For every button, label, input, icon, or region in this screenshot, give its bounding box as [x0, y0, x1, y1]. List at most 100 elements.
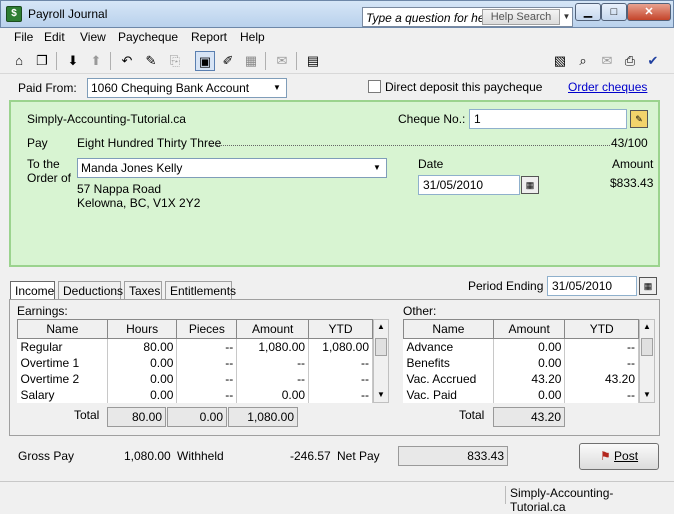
tab-income[interactable]: Income [10, 281, 55, 300]
chevron-down-icon[interactable]: ▼ [561, 9, 572, 25]
tab-entitlements[interactable]: Entitlements [165, 281, 236, 300]
post-button[interactable]: ⚑ Post [579, 443, 659, 470]
check-icon[interactable]: ✔ [643, 51, 663, 71]
email-icon[interactable]: ✉ [597, 51, 617, 71]
column-header[interactable]: Hours [106, 319, 178, 339]
column-header[interactable]: YTD [564, 319, 639, 339]
earnings-header-row: Name Hours Pieces Amount YTD [17, 319, 373, 339]
scroll-up-icon[interactable]: ▲ [374, 320, 388, 334]
other-amount[interactable]: 0.00 [493, 386, 566, 403]
reverse-icon[interactable]: ⎘ [165, 51, 185, 71]
print-icon[interactable]: ⎙ [620, 51, 640, 71]
maximize-button[interactable]: □ [601, 3, 627, 21]
other-total-amount: 43.20 [493, 407, 565, 427]
envelope-icon[interactable]: ✉ [272, 51, 292, 71]
minimize-button[interactable]: ▁ [575, 3, 601, 21]
scroll-thumb[interactable] [375, 338, 387, 356]
to-order-label: To the [27, 157, 60, 171]
help-search-input[interactable]: Type a question for help [366, 11, 494, 25]
column-header[interactable]: Name [17, 319, 108, 339]
other-ytd: -- [564, 338, 639, 355]
earnings-scrollbar[interactable]: ▲ ▼ [373, 319, 389, 403]
paid-from-select[interactable]: 1060 Chequing Bank Account ▼ [87, 78, 287, 98]
column-header[interactable]: Pieces [176, 319, 238, 339]
table-row[interactable]: Regular 80.00 -- 1,080.00 1,080.00 [17, 338, 373, 355]
payee-select[interactable]: Manda Jones Kelly ▼ [77, 158, 387, 178]
paid-from-label: Paid From: [18, 81, 77, 95]
tab-taxes[interactable]: Taxes [124, 281, 162, 300]
column-header[interactable]: Name [403, 319, 494, 339]
adjust-icon[interactable]: ✎ [141, 51, 161, 71]
calendar-icon[interactable]: ▦ [639, 277, 657, 295]
table-row[interactable]: Overtime 2 0.00 -- -- -- [17, 370, 373, 387]
cheque-panel: Simply-Accounting-Tutorial.ca Cheque No.… [9, 100, 660, 267]
scroll-up-icon[interactable]: ▲ [640, 320, 654, 334]
tab-deductions[interactable]: Deductions [58, 281, 123, 300]
other-scrollbar[interactable]: ▲ ▼ [639, 319, 655, 403]
table-row[interactable]: Vac. Accrued 43.20 43.20 [403, 370, 639, 387]
earning-pieces[interactable]: -- [176, 386, 238, 403]
earning-hours[interactable]: 0.00 [107, 386, 178, 403]
earning-pieces[interactable]: -- [176, 354, 238, 371]
menu-view[interactable]: View [80, 30, 106, 44]
chevron-down-icon[interactable]: ▼ [270, 81, 284, 95]
date-field[interactable]: 31/05/2010 [418, 175, 520, 195]
menu-report[interactable]: Report [191, 30, 227, 44]
menu-paycheque[interactable]: Paycheque [118, 30, 178, 44]
earning-pieces[interactable]: -- [176, 338, 238, 355]
earning-hours[interactable]: 80.00 [107, 338, 178, 355]
edit-pencil-icon[interactable]: ✐ [218, 51, 238, 71]
table-row[interactable]: Vac. Paid 0.00 -- [403, 386, 639, 403]
chevron-down-icon[interactable]: ▼ [370, 161, 384, 175]
other-amount[interactable]: 0.00 [493, 338, 566, 355]
pay-label: Pay [27, 136, 48, 150]
to-order-label: Order of [27, 171, 72, 185]
table-row[interactable]: Benefits 0.00 -- [403, 354, 639, 371]
paycheque-icon[interactable]: ▣ [195, 51, 215, 71]
clipboard-icon[interactable]: ▧ [550, 51, 570, 71]
save-icon[interactable]: ⬇ [63, 51, 83, 71]
period-ending-field[interactable]: 31/05/2010 [547, 276, 637, 296]
earning-amount[interactable]: -- [236, 370, 310, 387]
table-row[interactable]: Advance 0.00 -- [403, 338, 639, 355]
menu-file[interactable]: File [14, 30, 33, 44]
menu-help[interactable]: Help [240, 30, 265, 44]
undo-icon[interactable]: ↶ [117, 51, 137, 71]
cheque-number-icon[interactable]: ✎ [630, 110, 648, 128]
earning-hours[interactable]: 0.00 [107, 354, 178, 371]
cheque-no-field[interactable]: 1 [469, 109, 627, 129]
payee-address-line-2: Kelowna, BC, V1X 2Y2 [77, 196, 201, 210]
calculator-icon[interactable]: ▦ [241, 51, 261, 71]
home-icon[interactable]: ⌂ [9, 51, 29, 71]
table-row[interactable]: Salary 0.00 -- 0.00 -- [17, 386, 373, 403]
earning-amount[interactable]: 0.00 [236, 386, 310, 403]
earning-hours[interactable]: 0.00 [107, 370, 178, 387]
calendar-icon[interactable]: ▦ [521, 176, 539, 194]
other-amount[interactable]: 0.00 [493, 354, 566, 371]
calculator-icon[interactable]: ▤ [303, 51, 323, 71]
table-row[interactable]: Overtime 1 0.00 -- -- -- [17, 354, 373, 371]
column-header[interactable]: Amount [236, 319, 310, 339]
scroll-down-icon[interactable]: ▼ [374, 388, 388, 402]
print-preview-icon[interactable]: ⌕ [573, 51, 593, 71]
other-amount[interactable]: 43.20 [493, 370, 566, 387]
order-cheques-link[interactable]: Order cheques [568, 80, 647, 94]
direct-deposit-checkbox[interactable] [368, 80, 381, 93]
close-button[interactable]: ✕ [627, 3, 671, 21]
column-header[interactable]: Amount [492, 319, 566, 339]
windows-icon[interactable]: ❐ [32, 51, 52, 71]
help-search-box[interactable]: Type a question for help Help Search ▼ [362, 7, 573, 27]
total-amount: 1,080.00 [228, 407, 298, 427]
scroll-thumb[interactable] [641, 338, 653, 356]
earnings-total-label: Total [74, 408, 100, 422]
earning-pieces[interactable]: -- [176, 370, 238, 387]
scroll-down-icon[interactable]: ▼ [640, 388, 654, 402]
earning-amount[interactable]: 1,080.00 [236, 338, 310, 355]
column-header[interactable]: YTD [308, 319, 373, 339]
earnings-table: Name Hours Pieces Amount YTD Regular 80.… [17, 319, 373, 403]
earning-amount[interactable]: -- [236, 354, 310, 371]
menu-edit[interactable]: Edit [44, 30, 65, 44]
help-search-button[interactable]: Help Search [482, 9, 560, 25]
upload-icon[interactable]: ⬆ [86, 51, 106, 71]
earning-name: Salary [17, 386, 108, 403]
